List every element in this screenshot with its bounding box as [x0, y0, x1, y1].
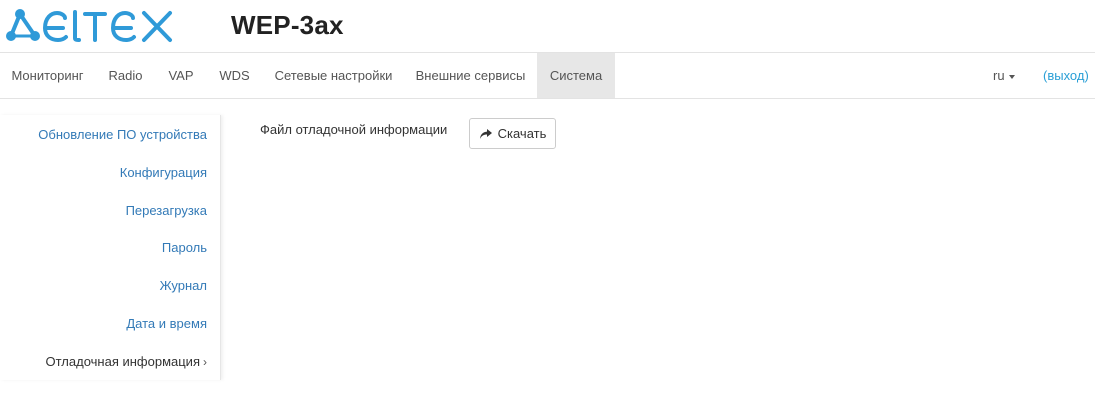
sidebar-item-log[interactable]: Журнал	[160, 276, 207, 296]
nav-wds[interactable]: WDS	[206, 53, 263, 98]
sidebar-item-configuration[interactable]: Конфигурация	[120, 163, 207, 183]
sidebar-item-password[interactable]: Пароль	[162, 238, 207, 258]
nav-radio[interactable]: Radio	[95, 53, 156, 98]
download-button[interactable]: Скачать	[469, 118, 556, 149]
nav-monitoring[interactable]: Мониторинг	[0, 53, 95, 98]
system-sidebar: Обновление ПО устройства Конфигурация Пе…	[0, 115, 221, 380]
nav-vap[interactable]: VAP	[156, 53, 206, 98]
nav-network-settings[interactable]: Сетевые настройки	[263, 53, 404, 98]
eltex-logo[interactable]	[5, 8, 177, 44]
device-model-title: WEP-3ax	[231, 10, 344, 40]
chevron-right-icon: ›	[203, 355, 207, 369]
top-navbar: Мониторинг Radio VAP WDS Сетевые настрой…	[0, 52, 1095, 99]
language-dropdown[interactable]: ru	[993, 53, 1015, 98]
sidebar-item-firmware-update[interactable]: Обновление ПО устройства	[38, 125, 207, 145]
sidebar-item-debug-info[interactable]: Отладочная информация ›	[46, 352, 207, 372]
logout-link[interactable]: (выход)	[1043, 53, 1089, 98]
nav-external-services[interactable]: Внешние сервисы	[404, 53, 537, 98]
share-arrow-icon	[479, 128, 492, 139]
download-button-label: Скачать	[497, 126, 547, 141]
header: WEP-3ax	[0, 0, 1095, 52]
language-label: ru	[993, 68, 1005, 83]
nav-system[interactable]: Система	[537, 53, 615, 98]
debug-file-label: Файл отладочной информации	[260, 122, 448, 137]
sidebar-item-date-time[interactable]: Дата и время	[126, 314, 207, 334]
caret-down-icon	[1008, 74, 1015, 79]
sidebar-item-label: Отладочная информация	[45, 354, 200, 369]
sidebar-item-reboot[interactable]: Перезагрузка	[126, 201, 207, 221]
